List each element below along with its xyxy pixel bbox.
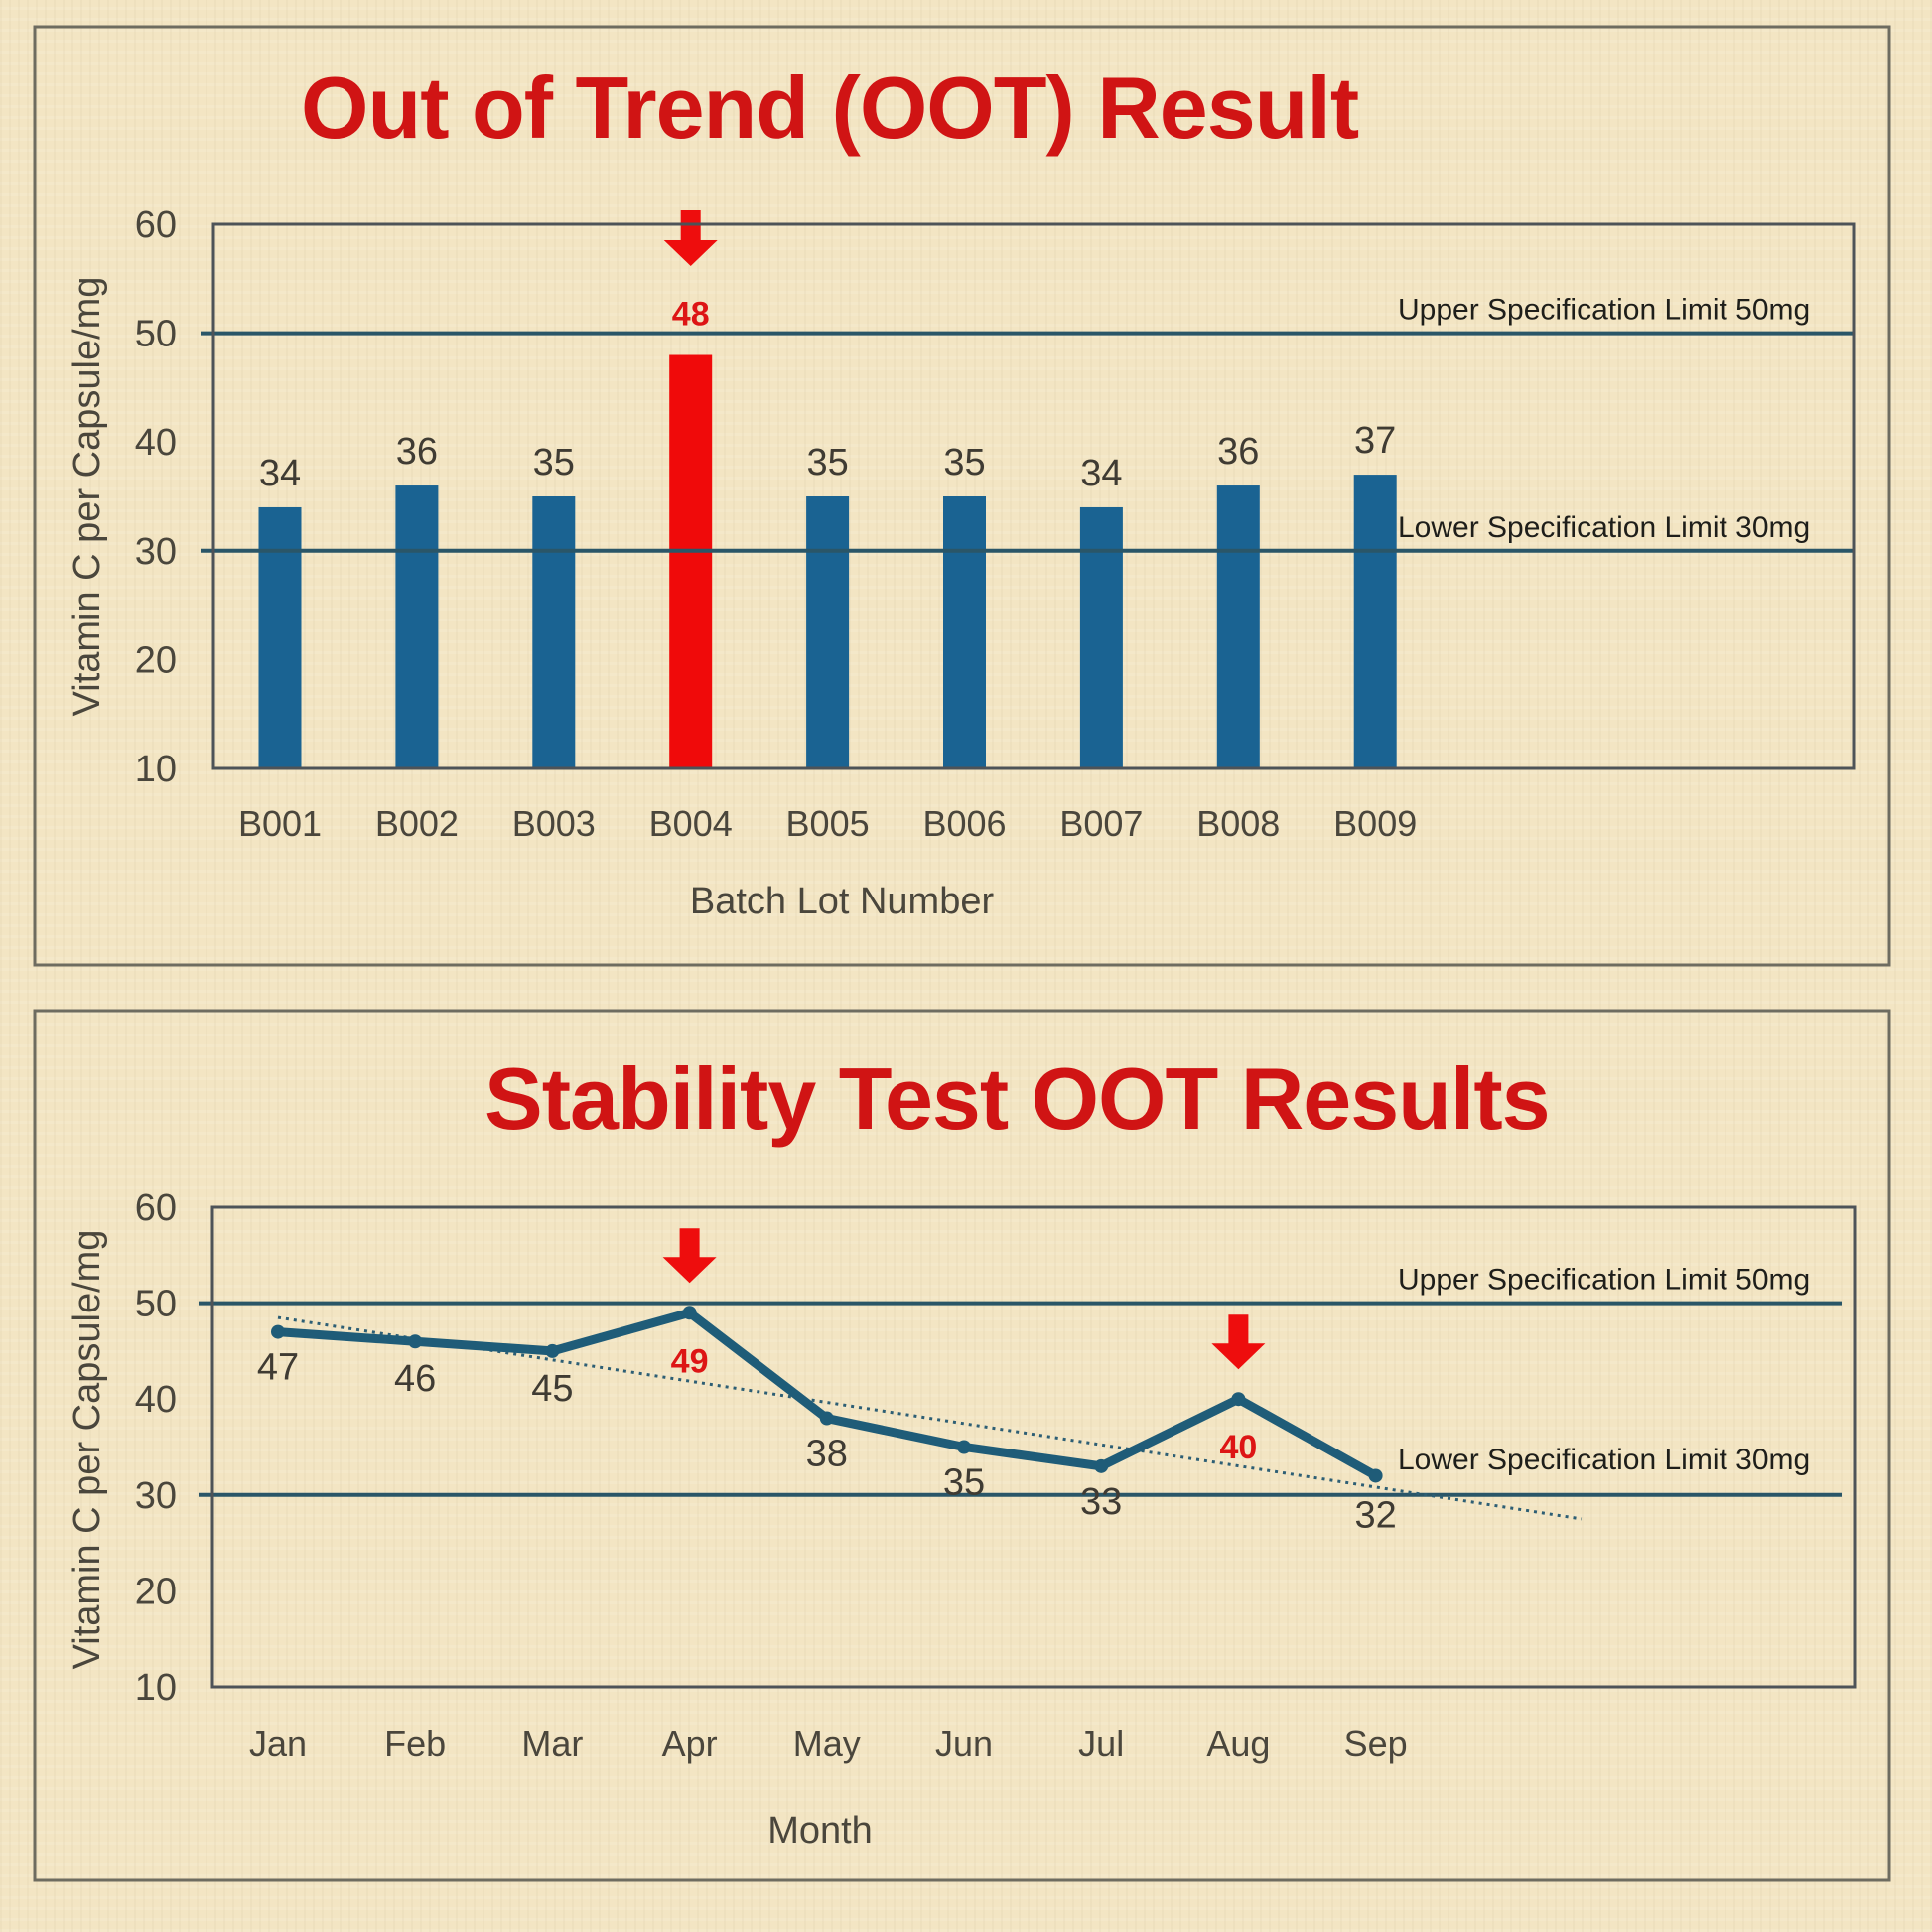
bar-chart-title: Out of Trend (OOT) Result [301,59,1359,157]
line-chart-y-axis-title: Vitamin C per Capsule/mg [67,1230,108,1670]
bar-b002 [395,485,439,768]
y-tick-label: 10 [135,749,177,790]
data-label-b008: 36 [1217,431,1259,473]
x-tick-label: B002 [375,803,459,844]
data-label-b004: 48 [672,296,710,334]
oot-report-canvas: Out of Trend (OOT) Result Vitamin C per … [33,25,1891,1882]
data-point-sep [1368,1468,1383,1483]
data-point-mar [545,1343,560,1358]
x-tick-label: Jan [249,1724,307,1764]
data-label-jul: 33 [1080,1481,1122,1523]
data-label-apr: 49 [671,1342,709,1380]
bar-b007 [1079,506,1123,768]
oot-arrow-icon [663,210,718,266]
y-tick-label: 20 [135,639,177,681]
x-tick-label: Jul [1078,1724,1124,1764]
data-label-b006: 35 [943,442,985,483]
data-label-b001: 34 [259,453,301,494]
bar-chart-y-axis-title: Vitamin C per Capsule/mg [67,277,108,717]
y-tick-label: 60 [135,205,177,246]
x-tick-label: Feb [384,1724,446,1764]
bar-chart-panel: Out of Trend (OOT) Result Vitamin C per … [33,25,1891,967]
x-tick-label: May [793,1724,861,1764]
lower-spec-limit-label: Lower Specification Limit 30mg [1398,511,1810,544]
data-point-apr [682,1306,697,1320]
x-tick-label: B005 [786,803,870,844]
bar-chart-plot: 60 50 40 30 20 10 34 B001 36 B002 35 B003 48 B004 35 B0… [135,205,1856,844]
line-chart-title: Stability Test OOT Results [484,1049,1550,1148]
data-point-aug [1231,1392,1246,1407]
x-tick-label: B009 [1333,803,1417,844]
x-tick-label: Mar [521,1724,583,1764]
oot-arrow-icon [1211,1314,1266,1370]
bar-b003 [532,496,576,768]
x-tick-label: B001 [238,803,322,844]
data-label-b002: 36 [396,431,438,473]
oot-arrow-icon [662,1228,717,1284]
data-label-b003: 35 [533,442,575,483]
data-point-jun [957,1440,971,1454]
y-tick-label: 50 [135,314,177,355]
x-tick-label: Jun [935,1724,993,1764]
x-tick-label: Apr [662,1724,718,1764]
bar-b008 [1216,485,1260,768]
bar-b006 [943,496,986,768]
y-tick-label: 10 [135,1667,177,1709]
y-tick-label: 40 [135,1379,177,1421]
data-label-b007: 34 [1080,453,1122,494]
x-tick-label: B004 [649,803,733,844]
y-tick-label: 20 [135,1571,177,1612]
y-tick-label: 30 [135,1475,177,1517]
x-tick-label: Aug [1206,1724,1270,1764]
y-tick-label: 40 [135,422,177,464]
bar-b009 [1353,475,1397,768]
line-chart-panel: Stability Test OOT Results Vitamin C per… [33,1009,1891,1882]
data-label-feb: 46 [394,1358,436,1400]
x-tick-label: B007 [1059,803,1143,844]
data-point-may [819,1411,834,1426]
line-chart-plot: 60 50 40 30 20 10 Upper Specification Limit 50… [135,1187,1857,1764]
data-label-b005: 35 [806,442,848,483]
data-label-jun: 35 [943,1462,985,1504]
data-point-jan [271,1324,285,1339]
x-tick-label: B003 [512,803,596,844]
lower-spec-limit-label: Lower Specification Limit 30mg [1398,1444,1810,1476]
upper-spec-limit-label: Upper Specification Limit 50mg [1398,1264,1810,1297]
line-chart-x-axis-title: Month [767,1810,873,1852]
data-label-mar: 45 [531,1368,573,1410]
upper-spec-limit-label: Upper Specification Limit 50mg [1398,294,1810,327]
y-tick-label: 30 [135,531,177,573]
data-point-feb [408,1334,423,1349]
data-point-jul [1094,1458,1109,1473]
bar-b001 [258,506,302,768]
bar-b005 [806,496,850,768]
bar-chart-x-axis-title: Batch Lot Number [690,881,995,922]
y-tick-label: 50 [135,1284,177,1325]
y-tick-label: 60 [135,1187,177,1229]
data-label-aug: 40 [1219,1429,1257,1466]
x-tick-label: B006 [922,803,1006,844]
data-label-sep: 32 [1354,1494,1396,1536]
bar-b004 [669,354,713,768]
data-label-may: 38 [806,1434,848,1475]
x-tick-label: B008 [1196,803,1280,844]
x-tick-label: Sep [1344,1724,1408,1764]
data-label-b009: 37 [1354,420,1396,462]
data-label-jan: 47 [257,1347,299,1389]
